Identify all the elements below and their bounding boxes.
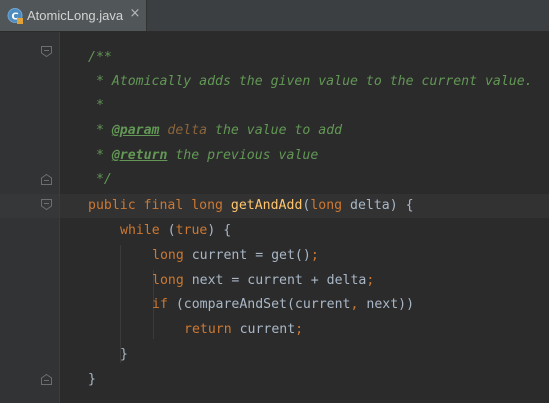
- java-class-icon: C: [7, 8, 23, 24]
- code-line-2: * Atomically adds the given value to the…: [88, 74, 533, 89]
- code-line-7: public final long getAndAdd(long delta) …: [88, 198, 414, 213]
- code-line-1: /**: [88, 50, 112, 65]
- code-line-5: * @return the previous value: [88, 148, 319, 163]
- code-line-10: long next = current + delta;: [152, 273, 375, 288]
- editor-tab-bar: C AtomicLong.java ×: [0, 0, 549, 32]
- code-line-4: * @param delta the value to add: [88, 123, 343, 138]
- tab-atomiclong-java[interactable]: C AtomicLong.java ×: [0, 0, 147, 31]
- fold-start-icon[interactable]: [40, 45, 53, 58]
- fold-start-icon[interactable]: [40, 198, 53, 211]
- code-line-9: long current = get();: [152, 248, 319, 263]
- code-line-12: return current;: [184, 322, 304, 337]
- code-line-3: *: [88, 98, 104, 113]
- code-line-8: while (true) {: [120, 223, 232, 238]
- code-line-11: if (compareAndSet(current, next)): [152, 297, 415, 312]
- code-line-6: */: [88, 172, 112, 187]
- fold-end-icon[interactable]: [40, 373, 53, 386]
- fold-end-icon[interactable]: [40, 173, 53, 186]
- code-line-14: }: [88, 372, 96, 387]
- code-editor[interactable]: /** * Atomically adds the given value to…: [60, 32, 549, 403]
- tab-label: AtomicLong.java: [27, 8, 124, 23]
- code-line-13: }: [120, 347, 128, 362]
- close-icon[interactable]: ×: [128, 7, 142, 21]
